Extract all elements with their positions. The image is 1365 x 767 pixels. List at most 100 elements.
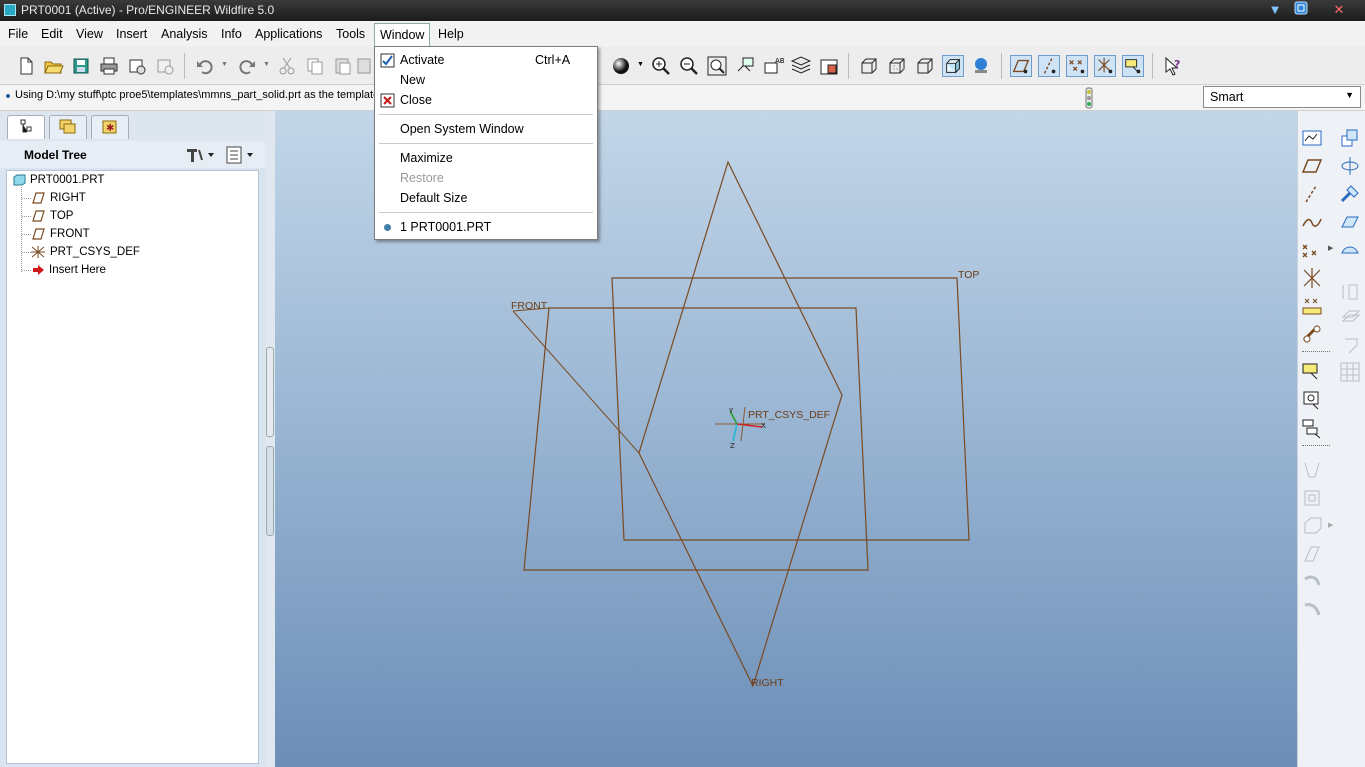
plane-tool-icon[interactable]: [1301, 155, 1323, 177]
navigator-splitter[interactable]: [265, 111, 275, 767]
tab-favorites[interactable]: ✱: [91, 115, 129, 139]
hidden-line-icon[interactable]: [886, 55, 908, 77]
menu-view[interactable]: View: [71, 25, 108, 45]
extend-icon[interactable]: [1301, 599, 1323, 621]
menu-edit[interactable]: Edit: [36, 25, 68, 45]
menu-item-new[interactable]: New: [375, 70, 597, 90]
shading-mode-button[interactable]: [942, 55, 964, 77]
axis-tool-icon[interactable]: [1301, 183, 1323, 205]
sketch-tool-icon[interactable]: [1301, 127, 1323, 149]
wireframe-icon[interactable]: [858, 55, 880, 77]
annotation-display-button[interactable]: [1122, 55, 1144, 77]
split-surface-icon[interactable]: [1339, 281, 1361, 303]
minimize-button[interactable]: ▼: [1264, 1, 1286, 19]
splitter-grip-bottom[interactable]: [266, 446, 274, 536]
menu-analysis[interactable]: Analysis: [156, 25, 213, 45]
draft-icon[interactable]: [1301, 459, 1323, 481]
thicken-icon[interactable]: [1339, 335, 1361, 357]
tree-settings-icon[interactable]: [185, 146, 215, 164]
info-bullet-icon: [6, 94, 10, 98]
view-manager-icon[interactable]: [818, 55, 840, 77]
tree-item-front[interactable]: FRONT: [11, 225, 251, 243]
menu-item-activate[interactable]: Activate Ctrl+A: [375, 50, 597, 70]
redo-icon[interactable]: [236, 55, 258, 77]
saved-views-icon[interactable]: AB: [762, 55, 784, 77]
trim-icon[interactable]: [1301, 571, 1323, 593]
merge-icon[interactable]: [1301, 543, 1323, 565]
menu-file[interactable]: File: [3, 25, 33, 45]
pattern-icon[interactable]: [1339, 361, 1361, 383]
main-toolbar: ▼ ▼ ▼ AB ?: [0, 47, 1365, 85]
menu-help[interactable]: Help: [433, 25, 469, 45]
refit-icon[interactable]: [706, 55, 728, 77]
plane-display-button[interactable]: [1010, 55, 1032, 77]
axis-display-button[interactable]: [1038, 55, 1060, 77]
csys-display-button[interactable]: [1094, 55, 1116, 77]
cut-icon[interactable]: [276, 55, 298, 77]
reorient-icon[interactable]: [734, 55, 756, 77]
menu-item-maximize[interactable]: Maximize: [375, 148, 597, 168]
tree-item-right[interactable]: RIGHT: [11, 189, 251, 207]
menu-insert[interactable]: Insert: [111, 25, 152, 45]
revolve-icon[interactable]: [1339, 155, 1361, 177]
show-menu-icon[interactable]: [225, 146, 257, 164]
new-file-icon[interactable]: [15, 55, 37, 77]
shell-icon[interactable]: [1301, 389, 1323, 411]
tree-root-part[interactable]: PRT0001.PRT: [11, 171, 251, 189]
menu-item-open-system-window[interactable]: Open System Window: [375, 119, 597, 139]
chamfer-icon[interactable]: [1301, 515, 1323, 537]
datum-plane-front[interactable]: [523, 307, 869, 571]
send-mail-icon[interactable]: [126, 55, 148, 77]
round-icon[interactable]: [1301, 487, 1323, 509]
menu-tools[interactable]: Tools: [331, 25, 370, 45]
sketched-datum-icon[interactable]: [1301, 323, 1323, 345]
selection-filter-dropdown[interactable]: Smart ▼: [1203, 86, 1361, 108]
zoom-out-icon[interactable]: [678, 55, 700, 77]
paste-special-icon[interactable]: [356, 55, 372, 77]
menu-item-window-prt0001[interactable]: 1 PRT0001.PRT: [375, 217, 597, 237]
sweep-icon[interactable]: [1339, 183, 1361, 205]
analysis-tool-icon[interactable]: [1301, 295, 1323, 317]
print-icon[interactable]: [98, 55, 120, 77]
point-display-button[interactable]: [1066, 55, 1088, 77]
tree-item-csys[interactable]: PRT_CSYS_DEF: [11, 243, 251, 261]
blend-icon[interactable]: [1339, 211, 1361, 233]
point-tool-icon[interactable]: [1301, 239, 1323, 261]
save-icon[interactable]: [70, 55, 92, 77]
menu-window[interactable]: Window: [374, 23, 431, 47]
menu-applications[interactable]: Applications: [250, 25, 327, 45]
menu-item-close[interactable]: Close: [375, 90, 597, 110]
layers-icon[interactable]: [790, 55, 812, 77]
menu-item-default-size[interactable]: Default Size: [375, 188, 597, 208]
copy-icon[interactable]: [304, 55, 326, 77]
no-hidden-icon[interactable]: [914, 55, 936, 77]
part-icon: [13, 174, 26, 186]
csys-tool-icon[interactable]: [1301, 267, 1323, 289]
hole-icon[interactable]: [1301, 361, 1323, 383]
send-link-icon[interactable]: [154, 55, 176, 77]
restore-button[interactable]: [1290, 1, 1312, 19]
tab-model-tree[interactable]: [7, 115, 45, 139]
curve-tool-icon[interactable]: [1301, 211, 1323, 233]
svg-text:?: ?: [1174, 58, 1180, 71]
paste-icon[interactable]: [332, 55, 354, 77]
appearance-icon[interactable]: [970, 55, 992, 77]
boundary-blend-icon[interactable]: [1339, 239, 1361, 261]
menu-info[interactable]: Info: [216, 25, 247, 45]
extrude-icon[interactable]: [1339, 127, 1361, 149]
tree-item-top[interactable]: TOP: [11, 207, 251, 225]
tab-folder-browser[interactable]: [49, 115, 87, 139]
tree-item-insert-here[interactable]: Insert Here: [11, 261, 251, 279]
model-tree-title: Model Tree: [24, 148, 87, 162]
open-folder-icon[interactable]: [42, 55, 64, 77]
offset-surface-icon[interactable]: [1339, 307, 1361, 329]
context-help-icon[interactable]: ?: [1162, 55, 1184, 77]
regeneration-status-icon[interactable]: [1082, 87, 1096, 109]
shading-icon[interactable]: [610, 55, 632, 77]
close-window-button[interactable]: ✕: [1328, 1, 1350, 19]
rib-icon[interactable]: [1301, 417, 1323, 439]
zoom-in-icon[interactable]: [650, 55, 672, 77]
splitter-grip-top[interactable]: [266, 347, 274, 437]
undo-icon[interactable]: [194, 55, 216, 77]
datum-axis-icon: [1043, 58, 1056, 74]
